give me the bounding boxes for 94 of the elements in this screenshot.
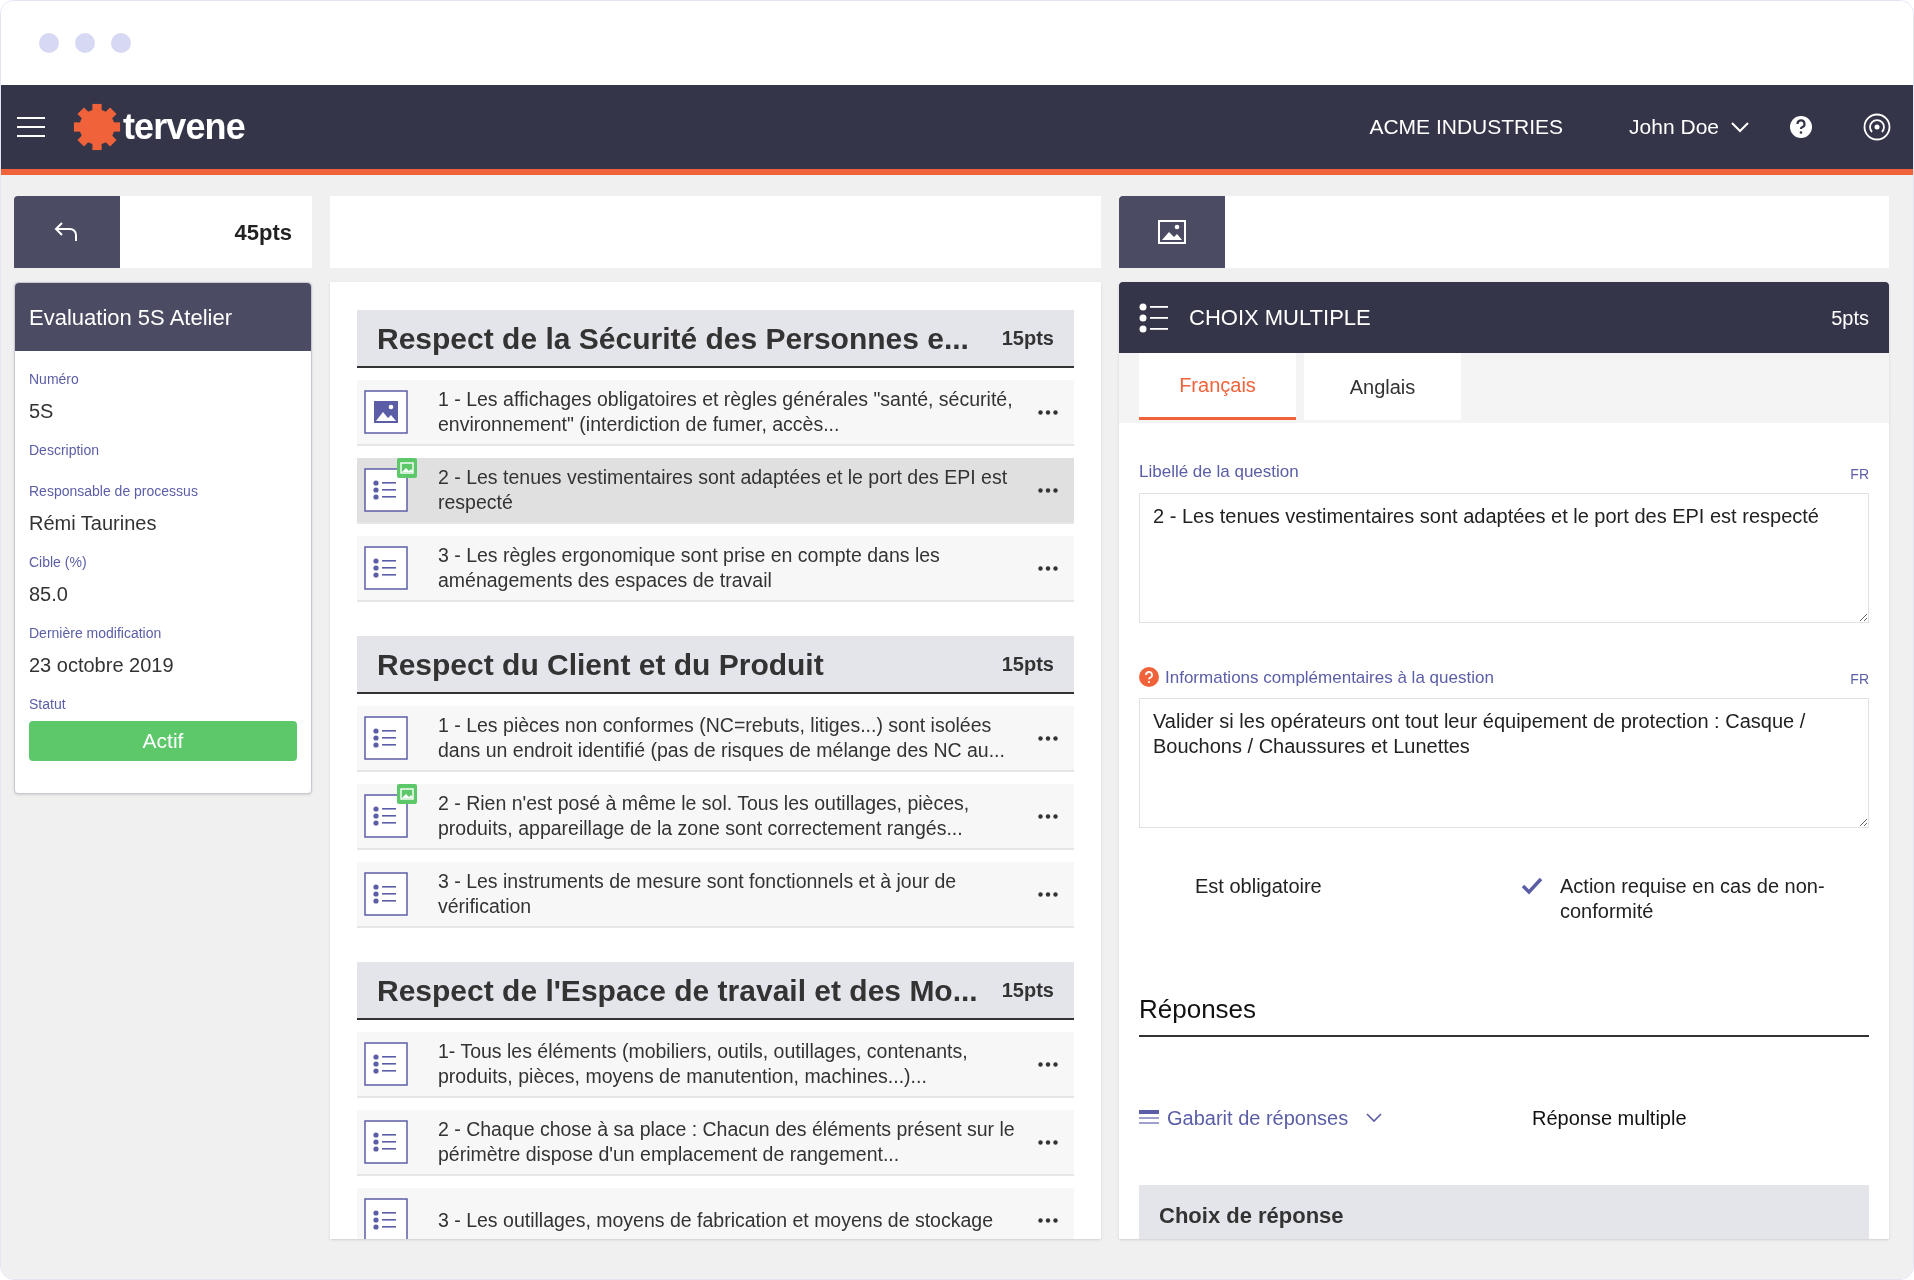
question-row[interactable]: 3 - Les instruments de mesure sont fonctionnels et à jour de vérification xyxy=(357,862,1074,928)
broadcast-icon xyxy=(1863,113,1891,141)
field-label: Numéro xyxy=(29,370,80,389)
question-row[interactable]: 1 - Les affichages obligatoires et règles générales "santé, sécurité, environnement" (interdiction de fumer, accès... xyxy=(357,380,1074,446)
language-code: FR xyxy=(1850,670,1869,689)
text-area[interactable]: 2 - Les tenues vestimentaires sont adaptées et le port des EPI est respecté xyxy=(1139,492,1869,623)
question-row[interactable]: 3 - Les règles ergonomique sont prise en compte dans les aménagements des espaces de travail xyxy=(357,536,1074,602)
help-icon xyxy=(1789,115,1813,139)
list-icon xyxy=(364,546,408,590)
list-icon xyxy=(364,716,408,760)
help-button[interactable] xyxy=(1789,115,1813,139)
image-button[interactable] xyxy=(1119,196,1225,268)
checkbox-option[interactable]: Est obligatoire xyxy=(1139,874,1504,924)
question-row[interactable]: 3 - Les outillages, moyens de fabrication et moyens de stockage xyxy=(357,1188,1074,1239)
question-text: 1 - Les affichages obligatoires et règles générales "santé, sécurité, environnement" (interdiction de fumer, accès... xyxy=(438,387,1014,437)
more-icon xyxy=(1038,891,1058,897)
question-text: 1 - Les pièces non conformes (NC=rebuts, litiges...) sont isolées dans un endroit identifié (pas de risques de mélange des NC au... xyxy=(438,713,1006,763)
more-icon xyxy=(1038,1217,1058,1223)
list-icon xyxy=(364,872,408,916)
field-label: Libellé de la question xyxy=(1139,461,1299,483)
more-icon xyxy=(1038,487,1058,493)
section-title: Respect du Client et du Produit xyxy=(377,646,824,683)
more-icon xyxy=(1038,1061,1058,1067)
field-label: Informations complémentaires à la question xyxy=(1165,666,1494,689)
field-value: 85.0 xyxy=(29,582,69,607)
field-label: Dernière modification xyxy=(29,624,163,643)
template-value: Réponse multiple xyxy=(1531,1106,1688,1131)
card-title: Evaluation 5S Atelier xyxy=(29,303,233,332)
chevron-down-icon xyxy=(1731,121,1749,133)
question-row[interactable]: 2 - Chaque chose à sa place : Chacun des éléments présent sur le périmètre dispose d'un emplacement de rangement... xyxy=(357,1110,1074,1176)
question-text: 2 - Les tenues vestimentaires sont adaptées et le port des EPI est respecté xyxy=(438,465,1009,515)
list-icon xyxy=(1139,302,1169,333)
menu-icon xyxy=(16,116,46,138)
section-title: Respect de la Sécurité des Personnes e... xyxy=(377,320,969,357)
more-icon xyxy=(1038,1139,1058,1145)
question-row[interactable]: 1 - Les pièces non conformes (NC=rebuts, litiges...) sont isolées dans un endroit identifié (pas de risques de mélange des NC au... xyxy=(357,706,1074,772)
field-label: Responsable de processus xyxy=(29,482,199,501)
question-row[interactable]: 1- Tous les éléments (mobiliers, outils, outillages, contenants, produits, pièces, moyens de manutention, machines...)... xyxy=(357,1032,1074,1098)
more-icon xyxy=(1038,565,1058,571)
back-arrow-icon xyxy=(54,221,80,243)
question-text: 2 - Rien n'est posé à même le sol. Tous les outillages, pièces, produits, appareillage de la zone sont correctement rangés... xyxy=(438,791,971,841)
chevron-down-icon xyxy=(1366,1113,1383,1123)
window-dot-icon xyxy=(111,33,131,53)
user-menu[interactable]: John Doe xyxy=(1629,111,1749,143)
choices-title: Choix de réponse xyxy=(1159,1201,1344,1230)
window-dot-icon xyxy=(75,33,95,53)
image-icon xyxy=(1158,220,1186,244)
question-type: CHOIX MULTIPLE xyxy=(1189,304,1372,332)
section-points: 15pts xyxy=(1001,326,1054,351)
more-icon xyxy=(1038,735,1058,741)
status-badge: Actif xyxy=(29,721,297,761)
field-label: Cible (%) xyxy=(29,553,88,572)
section-points: 15pts xyxy=(1001,652,1054,677)
logo: tervene xyxy=(123,105,245,149)
section-header[interactable]: Respect de la Sécurité des Personnes e... 15pts xyxy=(357,310,1074,368)
section-points: 15pts xyxy=(1001,978,1054,1003)
picture-icon xyxy=(364,390,408,434)
language-tab[interactable]: Anglais xyxy=(1304,353,1461,420)
field-label: Description xyxy=(29,441,101,460)
help-icon xyxy=(1139,667,1159,688)
field-value: 5S xyxy=(29,399,55,424)
section-title: Respect de l'Espace de travail et des Mo... xyxy=(377,972,978,1009)
window-dot-icon xyxy=(39,33,59,53)
list-icon xyxy=(364,794,408,838)
gear-icon xyxy=(73,103,121,151)
checkbox-option[interactable]: Action requise en cas de non-conformité xyxy=(1504,874,1869,924)
field-value: 23 octobre 2019 xyxy=(29,653,175,678)
question-row[interactable]: 2 - Rien n'est posé à même le sol. Tous les outillages, pièces, produits, appareillage de la zone sont correctement rangés... xyxy=(357,784,1074,850)
field-label: Statut xyxy=(29,695,67,714)
question-text: 2 - Chaque chose à sa place : Chacun des éléments présent sur le périmètre dispose d'un emplacement de rangement... xyxy=(438,1117,1016,1167)
list-icon xyxy=(1139,1109,1159,1127)
list-icon xyxy=(364,1198,408,1239)
list-icon xyxy=(364,468,408,512)
language-code: FR xyxy=(1850,464,1869,484)
check-icon xyxy=(1521,877,1543,895)
more-icon xyxy=(1038,813,1058,819)
question-text: 3 - Les règles ergonomique sont prise en compte dans les aménagements des espaces de travail xyxy=(438,543,941,593)
score-label: 45pts xyxy=(234,218,292,247)
question-text: 1- Tous les éléments (mobiliers, outils, outillages, contenants, produits, pièces, moyens de manutention, machines...)... xyxy=(438,1039,969,1089)
section-header[interactable]: Respect de l'Espace de travail et des Mo... 15pts xyxy=(357,962,1074,1020)
list-icon xyxy=(364,1042,408,1086)
list-icon xyxy=(364,1120,408,1164)
text-area[interactable]: Valider si les opérateurs ont tout leur équipement de protection : Casque / Bouchons / Chaussures et Lunettes xyxy=(1139,698,1869,828)
question-points: 5pts xyxy=(1831,305,1869,331)
question-text: 3 - Les outillages, moyens de fabrication et moyens de stockage xyxy=(438,1207,994,1233)
more-icon xyxy=(1038,409,1058,415)
question-text: 3 - Les instruments de mesure sont fonctionnels et à jour de vérification xyxy=(438,869,958,919)
template-dropdown[interactable]: Gabarit de réponses xyxy=(1139,1103,1504,1133)
company-name: ACME INDUSTRIES xyxy=(1369,114,1564,141)
question-row[interactable]: 2 - Les tenues vestimentaires sont adaptées et le port des EPI est respecté xyxy=(357,458,1074,524)
field-value: Rémi Taurines xyxy=(29,511,158,536)
broadcast-button[interactable] xyxy=(1863,113,1891,141)
section-title: Réponses xyxy=(1139,994,1257,1024)
section-header[interactable]: Respect du Client et du Produit 15pts xyxy=(357,636,1074,694)
